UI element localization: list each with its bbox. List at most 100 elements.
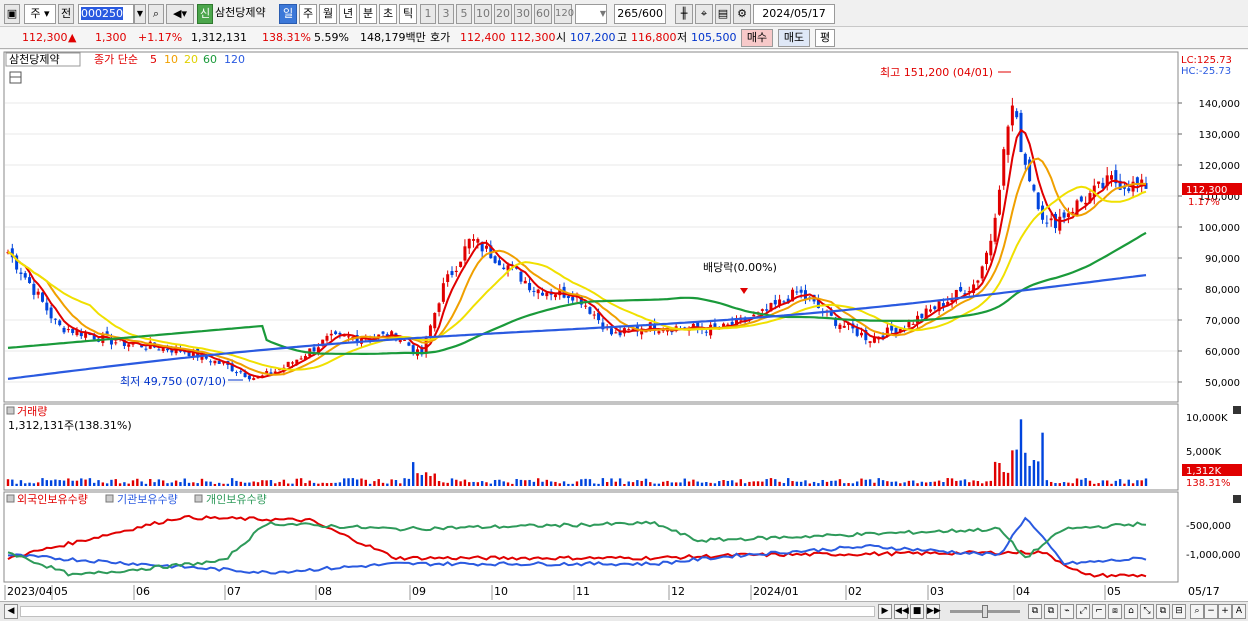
- rewind-icon[interactable]: ◀◀: [894, 604, 909, 619]
- volume-bar: [1041, 432, 1044, 486]
- period-second[interactable]: 초: [379, 4, 397, 24]
- interval-20[interactable]: 20: [494, 4, 512, 24]
- layout-icon[interactable]: ▣: [4, 4, 20, 24]
- legend-individual: 개인보유수량: [206, 493, 267, 506]
- holdings-close-icon[interactable]: [1233, 495, 1241, 503]
- candle-body: [463, 246, 467, 261]
- candle-body: [403, 339, 407, 341]
- candle-body: [299, 358, 303, 360]
- tool-1-icon[interactable]: ⧉: [1028, 604, 1042, 619]
- period-day[interactable]: 일: [279, 4, 297, 24]
- x-axis-label: 12: [671, 585, 685, 598]
- interval-3[interactable]: 3: [438, 4, 454, 24]
- scroll-right-icon[interactable]: ▶: [878, 604, 892, 619]
- chart-area[interactable]: 삼천당제약 종가 단순 5 10 20 60 120 LC:125.73 HC:…: [0, 50, 1248, 601]
- interval-60[interactable]: 60: [534, 4, 552, 24]
- buy-button[interactable]: 매수: [741, 29, 773, 47]
- search-icon[interactable]: ⌕: [148, 4, 164, 24]
- quote-arrow: ▲: [68, 31, 77, 44]
- volume-bar: [355, 479, 359, 486]
- volume-bar: [209, 481, 212, 486]
- date-input[interactable]: 2024/05/17: [753, 4, 835, 24]
- tool-3-icon[interactable]: ⌁: [1060, 604, 1074, 619]
- candle-body: [243, 372, 247, 378]
- interval-10[interactable]: 10: [474, 4, 492, 24]
- volume-bar: [916, 483, 919, 486]
- prev-button[interactable]: 전: [58, 4, 74, 24]
- candle-body: [1079, 196, 1083, 202]
- sound-icon[interactable]: ◀▾: [166, 4, 194, 24]
- volume-bar: [334, 482, 337, 486]
- tool-6-icon[interactable]: ⧈: [1108, 604, 1122, 619]
- save-icon[interactable]: ▤: [715, 4, 731, 24]
- tool-8-icon[interactable]: ⤡: [1140, 604, 1154, 619]
- candle-type-icon[interactable]: ╫: [675, 4, 693, 24]
- interval-1[interactable]: 1: [420, 4, 436, 24]
- volume-bar: [140, 481, 143, 486]
- volume-close-icon[interactable]: [1233, 406, 1241, 414]
- y-tick-label: 60,000: [1205, 347, 1240, 358]
- zoom-slider-handle[interactable]: [982, 605, 988, 618]
- code-dropdown-icon[interactable]: ▼: [134, 4, 146, 24]
- candle-body: [454, 270, 458, 273]
- gear-icon[interactable]: ⚙: [733, 4, 751, 24]
- auto-scale-icon[interactable]: A: [1232, 604, 1246, 619]
- volume-bar: [93, 482, 96, 486]
- tool-2-icon[interactable]: ⧉: [1044, 604, 1058, 619]
- count-value: 265: [617, 7, 639, 20]
- volume-panel-frame: [3, 403, 1179, 491]
- market-select[interactable]: 주 ▾: [24, 4, 56, 24]
- volume-bar: [286, 483, 290, 486]
- tool-7-icon[interactable]: ⌂: [1124, 604, 1138, 619]
- chart-svg[interactable]: 삼천당제약 종가 단순 5 10 20 60 120 LC:125.73 HC:…: [0, 50, 1248, 601]
- volume-bar: [524, 480, 527, 486]
- period-week[interactable]: 주: [299, 4, 317, 24]
- interval-5[interactable]: 5: [456, 4, 472, 24]
- period-year[interactable]: 년: [339, 4, 357, 24]
- candle-body: [472, 239, 476, 241]
- zoom-in-icon[interactable]: +: [1218, 604, 1232, 619]
- scrollbar-track[interactable]: [20, 606, 875, 617]
- eval-button[interactable]: 평: [815, 29, 835, 47]
- volume-bar: [950, 478, 954, 486]
- period-month[interactable]: 월: [319, 4, 337, 24]
- candle-body: [795, 291, 799, 293]
- code-input[interactable]: 000250: [78, 4, 134, 24]
- interval-30[interactable]: 30: [514, 4, 532, 24]
- candle-body: [868, 341, 872, 343]
- tool-5-icon[interactable]: ⌐: [1092, 604, 1106, 619]
- period-tick[interactable]: 틱: [399, 4, 417, 24]
- y-tick-label: 130,000: [1199, 130, 1240, 141]
- sell-button[interactable]: 매도: [778, 29, 810, 47]
- volume-bar: [226, 483, 230, 486]
- candle-body: [157, 349, 161, 351]
- interval-custom-select[interactable]: ▼: [575, 4, 607, 24]
- y-tick-label: 100,000: [1199, 223, 1240, 234]
- volume-bar: [502, 481, 505, 486]
- search-zoom-icon[interactable]: ⌕: [1190, 604, 1204, 619]
- scroll-left-icon[interactable]: ◀: [4, 604, 18, 619]
- tool-9-icon[interactable]: ⧉: [1156, 604, 1170, 619]
- tool-4-icon[interactable]: ⤢: [1076, 604, 1090, 619]
- candle-body: [19, 272, 23, 274]
- zoom-out-icon[interactable]: −: [1204, 604, 1218, 619]
- volume-bar: [256, 482, 260, 486]
- period-minute[interactable]: 분: [359, 4, 377, 24]
- quote-change: 1,300: [95, 31, 127, 44]
- candle-body: [928, 309, 932, 312]
- crosshair-icon[interactable]: ⌖: [695, 4, 713, 24]
- interval-120[interactable]: 120: [554, 4, 574, 24]
- dropdown-arrow-icon: ▼: [599, 9, 606, 18]
- candle-body: [493, 256, 497, 263]
- stop-icon[interactable]: ■: [910, 604, 924, 619]
- fast-forward-icon[interactable]: ▶▶: [926, 604, 941, 619]
- candle-body: [32, 283, 36, 295]
- tool-10-icon[interactable]: ⊟: [1172, 604, 1186, 619]
- x-axis-label: 05: [54, 585, 68, 598]
- volume-bar: [325, 483, 329, 486]
- count-input[interactable]: 265/600: [614, 4, 666, 24]
- volume-bar: [873, 482, 876, 486]
- volume-bar: [903, 482, 906, 486]
- volume-bar: [847, 483, 850, 486]
- volume-bar: [149, 479, 152, 486]
